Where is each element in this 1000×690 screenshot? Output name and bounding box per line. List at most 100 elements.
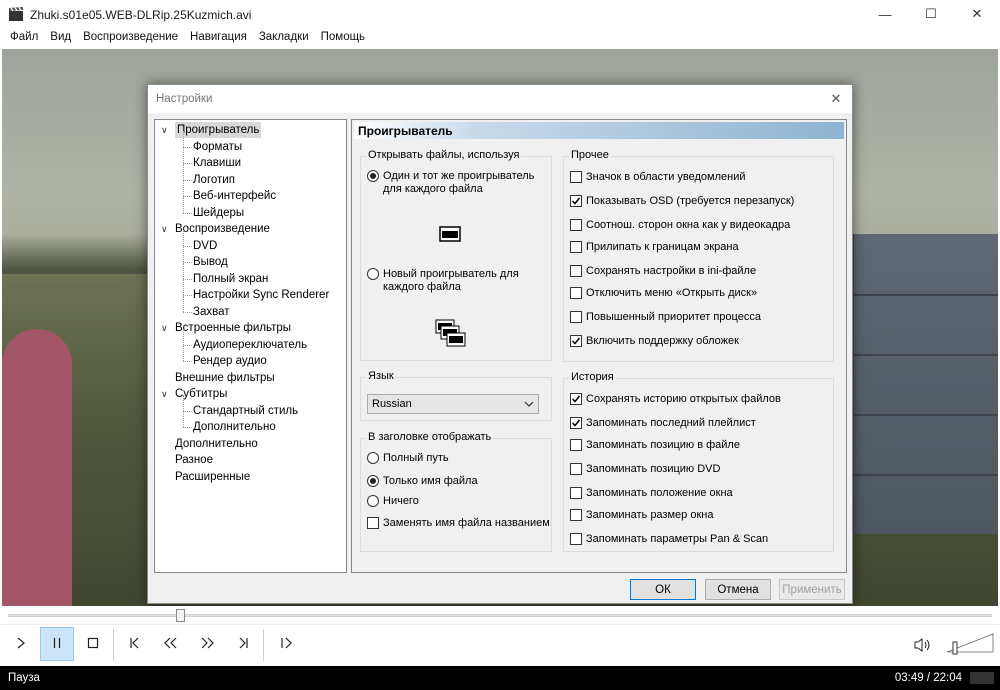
tree-item[interactable]: Стандартный стиль [193, 403, 298, 419]
checkbox-option[interactable]: Сохранять историю открытых файлов [570, 393, 781, 406]
skip-forward-icon [236, 636, 250, 653]
tree-item[interactable]: Захват [193, 304, 229, 320]
tree-item[interactable]: Настройки Sync Renderer [193, 287, 329, 303]
previous-button[interactable] [118, 627, 152, 661]
tree-item[interactable]: Клавиши [193, 155, 241, 171]
tree-expand-toggle[interactable]: ∨ [161, 320, 171, 336]
tree-item[interactable]: Внешние фильтры [175, 370, 275, 386]
checkbox[interactable] [570, 533, 582, 545]
checkbox[interactable] [570, 241, 582, 253]
checkbox-option[interactable]: Значок в области уведомлений [570, 171, 746, 184]
radio-button[interactable] [367, 452, 379, 464]
minimize-button[interactable]: — [862, 0, 908, 28]
close-button[interactable]: ✕ [954, 0, 1000, 28]
radio-button[interactable] [367, 495, 379, 507]
tree-connector [183, 179, 192, 181]
volume-slider[interactable] [945, 630, 995, 658]
tree-item[interactable]: Дополнительно [193, 419, 276, 435]
checkbox-option[interactable]: Запоминать параметры Pan & Scan [570, 533, 768, 546]
dialog-close-button[interactable]: ✕ [826, 89, 846, 109]
checkbox[interactable] [570, 171, 582, 183]
tree-item[interactable]: Проигрыватель [175, 122, 262, 138]
checkbox[interactable] [570, 287, 582, 299]
checkbox-option[interactable]: Показывать OSD (требуется перезапуск) [570, 195, 794, 208]
radio-option[interactable]: Ничего [367, 495, 419, 508]
radio-option[interactable]: Только имя файла [367, 475, 478, 488]
checkbox[interactable] [570, 509, 582, 521]
radio-option[interactable]: Полный путь [367, 452, 449, 465]
seek-bar[interactable] [0, 606, 1000, 624]
tree-connector [183, 279, 184, 295]
tree-item[interactable]: Воспроизведение [175, 221, 270, 237]
radio-button[interactable] [367, 170, 379, 182]
ok-button[interactable]: ОК [630, 579, 696, 600]
checkbox-replace-name[interactable]: Заменять имя файла названием [367, 517, 550, 530]
tree-connector [183, 345, 184, 361]
menu-view[interactable]: Вид [44, 28, 77, 48]
checkbox-option[interactable]: Включить поддержку обложек [570, 335, 739, 348]
checkbox-option[interactable]: Прилипать к границам экрана [570, 241, 739, 254]
checkbox[interactable] [367, 517, 379, 529]
tree-item[interactable]: Веб-интерфейс [193, 188, 276, 204]
menu-help[interactable]: Помощь [315, 28, 371, 48]
speaker-icon[interactable] [913, 633, 933, 657]
stop-button[interactable] [76, 627, 110, 661]
checkbox-option[interactable]: Запоминать позицию в файле [570, 439, 740, 452]
tree-expand-toggle[interactable]: ∨ [161, 386, 171, 402]
checkbox[interactable] [570, 265, 582, 277]
seek-thumb[interactable] [176, 609, 186, 622]
radio-button[interactable] [367, 268, 379, 280]
tree-item[interactable]: Вывод [193, 254, 228, 270]
seek-track[interactable] [8, 614, 992, 617]
checkbox[interactable] [570, 311, 582, 323]
checkbox[interactable] [570, 335, 582, 347]
next-button[interactable] [226, 627, 260, 661]
checkbox-option[interactable]: Запоминать позицию DVD [570, 463, 720, 476]
checkbox[interactable] [570, 219, 582, 231]
tree-item[interactable]: Форматы [193, 139, 242, 155]
checkbox[interactable] [570, 393, 582, 405]
fast-forward-button[interactable] [190, 627, 224, 661]
radio-same-player[interactable]: Один и тот же проигрыватель для каждого … [367, 170, 553, 196]
tree-item[interactable]: Полный экран [193, 271, 268, 287]
menu-navigate[interactable]: Навигация [184, 28, 253, 48]
checkbox-label: Сохранять историю открытых файлов [586, 393, 781, 405]
tree-item[interactable]: Рендер аудио [193, 353, 267, 369]
maximize-button[interactable]: ☐ [908, 0, 954, 28]
frame-step-button[interactable] [270, 627, 304, 661]
tree-item[interactable]: Логотип [193, 172, 235, 188]
checkbox[interactable] [570, 417, 582, 429]
language-select[interactable]: Russian [367, 394, 539, 414]
tree-item[interactable]: Дополнительно [175, 436, 258, 452]
checkbox-option[interactable]: Повышенный приоритет процесса [570, 311, 761, 324]
checkbox[interactable] [570, 439, 582, 451]
apply-button[interactable]: Применить [779, 579, 845, 600]
checkbox-option[interactable]: Запоминать последний плейлист [570, 417, 756, 430]
menu-bookmarks[interactable]: Закладки [253, 28, 315, 48]
tree-item[interactable]: Разное [175, 452, 213, 468]
resize-grip-icon[interactable] [970, 672, 994, 684]
checkbox-option[interactable]: Сохранять настройки в ini-файле [570, 265, 756, 278]
checkbox[interactable] [570, 195, 582, 207]
checkbox-option[interactable]: Запоминать положение окна [570, 487, 733, 500]
tree-item[interactable]: Встроенные фильтры [175, 320, 291, 336]
tree-expand-toggle[interactable]: ∨ [161, 122, 171, 138]
tree-item[interactable]: DVD [193, 238, 217, 254]
checkbox-option[interactable]: Отключить меню «Открыть диск» [570, 287, 757, 300]
checkbox-option[interactable]: Соотнош. сторон окна как у видеокадра [570, 219, 790, 232]
tree-expand-toggle[interactable]: ∨ [161, 221, 171, 237]
checkbox[interactable] [570, 487, 582, 499]
tree-item[interactable]: Расширенные [175, 469, 250, 485]
tree-item[interactable]: Аудиопереключатель [193, 337, 307, 353]
cancel-button[interactable]: Отмена [705, 579, 771, 600]
menu-play[interactable]: Воспроизведение [77, 28, 184, 48]
pause-button[interactable] [40, 627, 74, 661]
menu-file[interactable]: Файл [4, 28, 44, 48]
play-button[interactable] [4, 627, 38, 661]
rewind-button[interactable] [154, 627, 188, 661]
tree-item[interactable]: Шейдеры [193, 205, 244, 221]
checkbox[interactable] [570, 463, 582, 475]
radio-button[interactable] [367, 475, 379, 487]
radio-new-player[interactable]: Новый проигрыватель для каждого файла [367, 268, 553, 294]
checkbox-option[interactable]: Запоминать размер окна [570, 509, 713, 522]
